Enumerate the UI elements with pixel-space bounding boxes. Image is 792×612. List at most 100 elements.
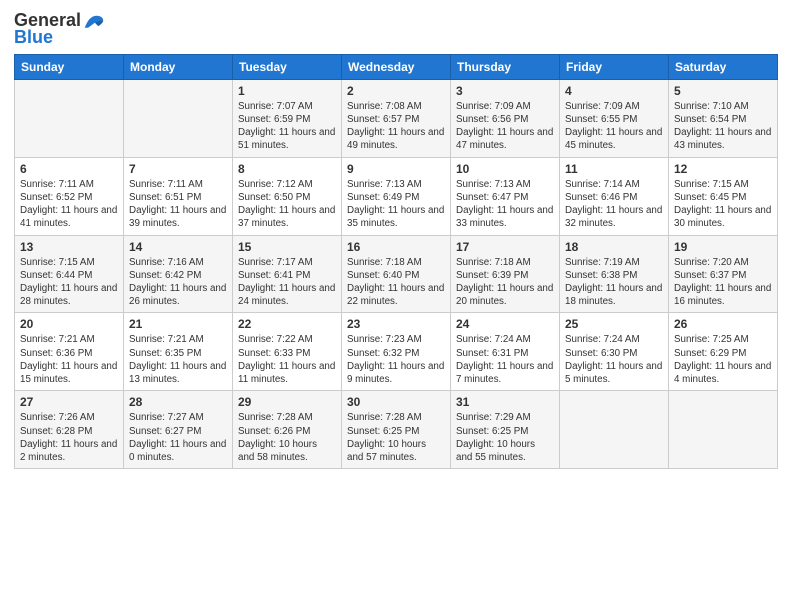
day-info: Sunrise: 7:25 AM Sunset: 6:29 PM Dayligh… [674,333,772,386]
calendar-cell: 1 Sunrise: 7:07 AM Sunset: 6:59 PM Daylig… [233,79,342,157]
day-info: Sunrise: 7:10 AM Sunset: 6:54 PM Dayligh… [674,100,772,153]
calendar-week-row: 20Sunrise: 7:21 AM Sunset: 6:36 PM Dayli… [15,313,778,391]
calendar-cell: 8 Sunrise: 7:12 AM Sunset: 6:50 PM Daylig… [233,157,342,235]
day-info: Sunrise: 7:24 AM Sunset: 6:31 PM Dayligh… [456,333,554,386]
day-number: 24 [456,317,554,331]
calendar-cell: 11Sunrise: 7:14 AM Sunset: 6:46 PM Dayli… [560,157,669,235]
day-info: Sunrise: 7:26 AM Sunset: 6:28 PM Dayligh… [20,411,118,464]
day-info: Sunrise: 7:16 AM Sunset: 6:42 PM Dayligh… [129,256,227,309]
calendar-cell: 7Sunrise: 7:11 AM Sunset: 6:51 PM Daylig… [124,157,233,235]
day-info: Sunrise: 7:18 AM Sunset: 6:39 PM Dayligh… [456,256,554,309]
calendar-header-friday: Friday [560,54,669,79]
calendar-cell: 23 Sunrise: 7:23 AM Sunset: 6:32 PM Dayli… [342,313,451,391]
day-number: 29 [238,395,336,409]
day-info: Sunrise: 7:15 AM Sunset: 6:45 PM Dayligh… [674,178,772,231]
day-info: Sunrise: 7:24 AM Sunset: 6:30 PM Dayligh… [565,333,663,386]
calendar-cell: 15Sunrise: 7:17 AM Sunset: 6:41 PM Dayli… [233,235,342,313]
calendar-cell: 14Sunrise: 7:16 AM Sunset: 6:42 PM Dayli… [124,235,233,313]
day-info: Sunrise: 7:23 AM Sunset: 6:32 PM Dayligh… [347,333,445,386]
calendar-cell: 24 Sunrise: 7:24 AM Sunset: 6:31 PM Dayli… [451,313,560,391]
calendar-cell: 20Sunrise: 7:21 AM Sunset: 6:36 PM Dayli… [15,313,124,391]
day-info: Sunrise: 7:19 AM Sunset: 6:38 PM Dayligh… [565,256,663,309]
day-info: Sunrise: 7:13 AM Sunset: 6:47 PM Dayligh… [456,178,554,231]
day-number: 18 [565,240,663,254]
day-number: 17 [456,240,554,254]
day-number: 12 [674,162,772,176]
calendar-cell [124,79,233,157]
calendar-cell: 9 Sunrise: 7:13 AM Sunset: 6:49 PM Daylig… [342,157,451,235]
day-number: 8 [238,162,336,176]
calendar-cell: 13Sunrise: 7:15 AM Sunset: 6:44 PM Dayli… [15,235,124,313]
day-info: Sunrise: 7:27 AM Sunset: 6:27 PM Dayligh… [129,411,227,464]
day-info: Sunrise: 7:07 AM Sunset: 6:59 PM Dayligh… [238,100,336,153]
calendar-week-row: 1 Sunrise: 7:07 AM Sunset: 6:59 PM Daylig… [15,79,778,157]
day-number: 26 [674,317,772,331]
calendar-week-row: 27 Sunrise: 7:26 AM Sunset: 6:28 PM Dayli… [15,391,778,469]
calendar-header-monday: Monday [124,54,233,79]
calendar-cell: 25Sunrise: 7:24 AM Sunset: 6:30 PM Dayli… [560,313,669,391]
day-number: 2 [347,84,445,98]
day-number: 3 [456,84,554,98]
day-info: Sunrise: 7:15 AM Sunset: 6:44 PM Dayligh… [20,256,118,309]
calendar-cell: 31 Sunrise: 7:29 AM Sunset: 6:25 PM Dayli… [451,391,560,469]
day-info: Sunrise: 7:21 AM Sunset: 6:36 PM Dayligh… [20,333,118,386]
day-number: 31 [456,395,554,409]
logo-bird-icon [83,10,105,32]
calendar-cell: 5 Sunrise: 7:10 AM Sunset: 6:54 PM Daylig… [669,79,778,157]
day-info: Sunrise: 7:20 AM Sunset: 6:37 PM Dayligh… [674,256,772,309]
calendar-header-thursday: Thursday [451,54,560,79]
day-number: 10 [456,162,554,176]
logo: General Blue [14,10,105,48]
day-info: Sunrise: 7:28 AM Sunset: 6:25 PM Dayligh… [347,411,445,464]
day-number: 30 [347,395,445,409]
calendar-cell: 27 Sunrise: 7:26 AM Sunset: 6:28 PM Dayli… [15,391,124,469]
calendar-cell: 12 Sunrise: 7:15 AM Sunset: 6:45 PM Dayli… [669,157,778,235]
calendar-cell: 2 Sunrise: 7:08 AM Sunset: 6:57 PM Daylig… [342,79,451,157]
calendar-table: SundayMondayTuesdayWednesdayThursdayFrid… [14,54,778,469]
calendar-cell: 30 Sunrise: 7:28 AM Sunset: 6:25 PM Dayli… [342,391,451,469]
day-number: 21 [129,317,227,331]
calendar-cell: 4 Sunrise: 7:09 AM Sunset: 6:55 PM Daylig… [560,79,669,157]
day-info: Sunrise: 7:12 AM Sunset: 6:50 PM Dayligh… [238,178,336,231]
day-info: Sunrise: 7:29 AM Sunset: 6:25 PM Dayligh… [456,411,554,464]
day-number: 19 [674,240,772,254]
day-info: Sunrise: 7:08 AM Sunset: 6:57 PM Dayligh… [347,100,445,153]
calendar-cell: 17 Sunrise: 7:18 AM Sunset: 6:39 PM Dayli… [451,235,560,313]
calendar-cell: 28 Sunrise: 7:27 AM Sunset: 6:27 PM Dayli… [124,391,233,469]
day-info: Sunrise: 7:11 AM Sunset: 6:51 PM Dayligh… [129,178,227,231]
day-info: Sunrise: 7:22 AM Sunset: 6:33 PM Dayligh… [238,333,336,386]
day-info: Sunrise: 7:09 AM Sunset: 6:55 PM Dayligh… [565,100,663,153]
calendar-cell: 16 Sunrise: 7:18 AM Sunset: 6:40 PM Dayli… [342,235,451,313]
day-info: Sunrise: 7:21 AM Sunset: 6:35 PM Dayligh… [129,333,227,386]
day-number: 5 [674,84,772,98]
calendar-cell [669,391,778,469]
calendar-cell: 26 Sunrise: 7:25 AM Sunset: 6:29 PM Dayli… [669,313,778,391]
calendar-cell [15,79,124,157]
calendar-header-tuesday: Tuesday [233,54,342,79]
day-info: Sunrise: 7:28 AM Sunset: 6:26 PM Dayligh… [238,411,336,464]
calendar-week-row: 6 Sunrise: 7:11 AM Sunset: 6:52 PM Daylig… [15,157,778,235]
day-number: 9 [347,162,445,176]
day-number: 6 [20,162,118,176]
calendar-week-row: 13Sunrise: 7:15 AM Sunset: 6:44 PM Dayli… [15,235,778,313]
calendar-cell: 6 Sunrise: 7:11 AM Sunset: 6:52 PM Daylig… [15,157,124,235]
day-info: Sunrise: 7:13 AM Sunset: 6:49 PM Dayligh… [347,178,445,231]
day-info: Sunrise: 7:09 AM Sunset: 6:56 PM Dayligh… [456,100,554,153]
calendar-cell: 18 Sunrise: 7:19 AM Sunset: 6:38 PM Dayli… [560,235,669,313]
calendar-cell: 21 Sunrise: 7:21 AM Sunset: 6:35 PM Dayli… [124,313,233,391]
day-number: 4 [565,84,663,98]
day-info: Sunrise: 7:18 AM Sunset: 6:40 PM Dayligh… [347,256,445,309]
day-number: 23 [347,317,445,331]
calendar-cell: 3 Sunrise: 7:09 AM Sunset: 6:56 PM Daylig… [451,79,560,157]
calendar-cell: 29 Sunrise: 7:28 AM Sunset: 6:26 PM Dayli… [233,391,342,469]
calendar-cell: 19 Sunrise: 7:20 AM Sunset: 6:37 PM Dayli… [669,235,778,313]
day-number: 1 [238,84,336,98]
day-info: Sunrise: 7:11 AM Sunset: 6:52 PM Dayligh… [20,178,118,231]
day-number: 28 [129,395,227,409]
day-number: 27 [20,395,118,409]
calendar-header-wednesday: Wednesday [342,54,451,79]
day-number: 22 [238,317,336,331]
calendar-cell: 10 Sunrise: 7:13 AM Sunset: 6:47 PM Dayli… [451,157,560,235]
day-number: 16 [347,240,445,254]
calendar-cell [560,391,669,469]
